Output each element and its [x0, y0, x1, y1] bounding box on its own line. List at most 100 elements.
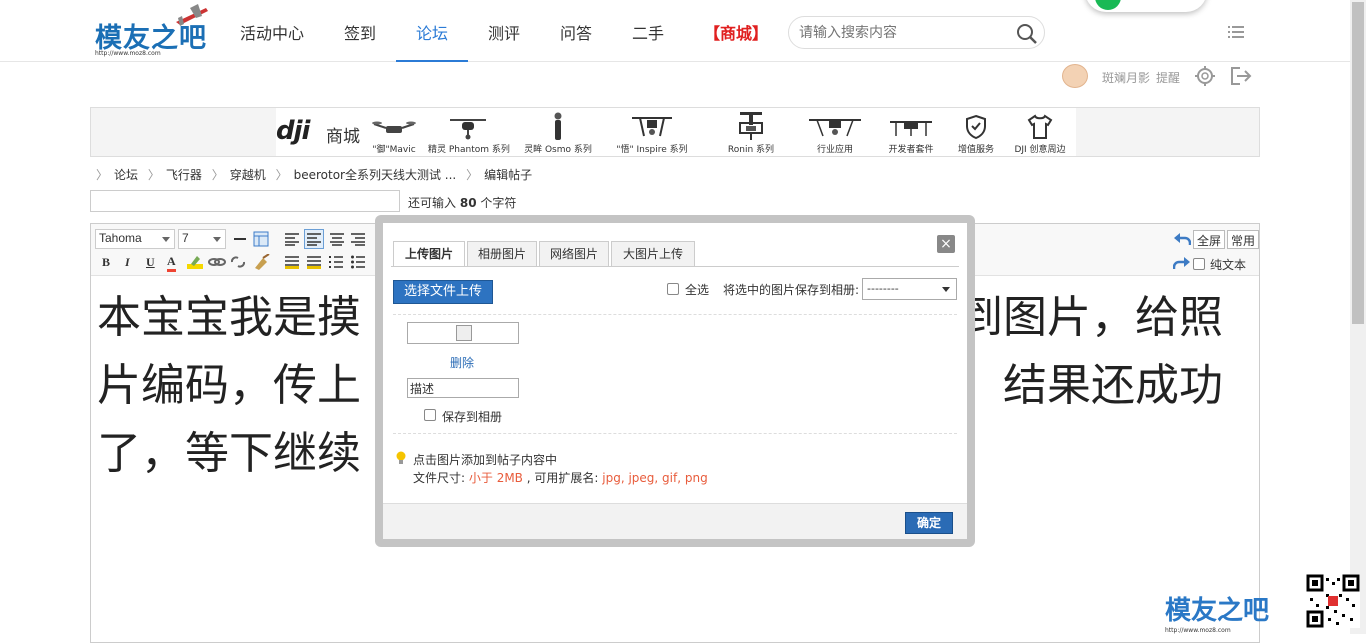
wechat-icon	[1095, 0, 1121, 10]
save-to-album-label: 保存到相册	[442, 410, 503, 424]
hint-count: 80	[459, 196, 477, 210]
dji-item-phantom[interactable]: 精灵 Phantom 系列	[428, 108, 510, 156]
divider	[393, 314, 957, 315]
bullet-list-icon[interactable]	[351, 255, 365, 269]
save-to-album-checkbox[interactable]	[424, 409, 436, 421]
plain-text-checkbox[interactable]	[1193, 258, 1205, 270]
dji-item-service[interactable]: 增值服务	[952, 108, 1000, 156]
search-input[interactable]	[799, 24, 1009, 42]
ordered-list-icon[interactable]	[285, 255, 299, 269]
breadcrumb-sep: 〉	[466, 168, 479, 182]
dji-item-label: 增值服务	[957, 145, 994, 155]
choose-file-button[interactable]: 选择文件上传	[393, 280, 493, 304]
font-color-icon[interactable]: A	[167, 254, 176, 272]
album-select[interactable]: --------	[862, 278, 957, 300]
content-line: 本宝宝我是摸	[97, 292, 361, 343]
breadcrumb-aircraft[interactable]: 飞行器	[166, 168, 202, 182]
tab-web[interactable]: 网络图片	[539, 241, 609, 267]
tab-large-upload[interactable]: 大图片上传	[611, 241, 695, 267]
nav-mall[interactable]: 【商城】	[703, 20, 769, 62]
dji-item-label: 开发者套件	[888, 145, 934, 155]
site-logo[interactable]: 模友之吧 http://www.moz8.com	[92, 4, 212, 58]
unlink-icon[interactable]	[230, 254, 246, 270]
dji-item-inspire[interactable]: "悟" Inspire 系列	[610, 108, 694, 156]
nav-forum[interactable]: 论坛	[396, 20, 468, 62]
dji-banner[interactable]: dji 商城 "御"Mavic 精灵 Phantom 系列 灵眸 Osmo 系列…	[90, 107, 1260, 157]
dji-item-ronin[interactable]: Ronin 系列	[716, 108, 786, 156]
dji-brand-suffix: 商城	[326, 127, 360, 147]
plain-text-label: 纯文本	[1210, 258, 1247, 272]
close-icon[interactable]: ×	[937, 235, 955, 253]
dji-item-merch[interactable]: DJI 创意周边	[1010, 108, 1070, 156]
lightbulb-icon	[396, 451, 406, 464]
osmo-gimbal-icon	[554, 112, 562, 140]
subject-input[interactable]	[90, 190, 400, 212]
mavic-drone-icon	[372, 121, 416, 133]
nav-qa[interactable]: 问答	[559, 20, 593, 62]
ronin-gimbal-icon	[739, 112, 763, 140]
clear-format-icon[interactable]	[253, 254, 271, 270]
nav-secondhand[interactable]: 二手	[631, 20, 665, 62]
delete-link[interactable]: 删除	[450, 354, 474, 371]
select-all-checkbox[interactable]	[667, 283, 679, 295]
underline-icon[interactable]: U	[146, 255, 155, 270]
subject-hint: 还可输入 80 个字符	[408, 194, 516, 211]
album-select-value: --------	[867, 282, 899, 295]
gear-icon[interactable]	[1194, 65, 1216, 87]
image-thumbnail[interactable]	[407, 322, 519, 344]
align-center-icon[interactable]	[330, 232, 344, 246]
nav-activity[interactable]: 活动中心	[240, 20, 304, 62]
align-justify-icon	[307, 233, 321, 246]
breadcrumb-thread[interactable]: beerotor全系列天线大测试 ...	[294, 168, 457, 182]
scrollbar-thumb[interactable]	[1352, 2, 1364, 324]
link-icon[interactable]	[208, 254, 226, 270]
dji-item-industry[interactable]: 行业应用	[804, 108, 866, 156]
chevron-down-icon	[942, 287, 950, 292]
hint-prefix: 还可输入	[408, 196, 457, 210]
nav-review[interactable]: 测评	[487, 20, 521, 62]
content-line: 片编码，传上	[97, 360, 361, 411]
dji-item-osmo[interactable]: 灵眸 Osmo 系列	[522, 108, 594, 156]
save-selected-label: 将选中的图片保存到相册:	[723, 283, 860, 297]
bold-icon[interactable]: B	[102, 255, 110, 270]
breadcrumb-fpv[interactable]: 穿越机	[230, 168, 266, 182]
remind-link[interactable]: 提醒	[1156, 69, 1180, 86]
username-link[interactable]: 斑斓月影	[1102, 69, 1150, 86]
list-menu-icon[interactable]	[1228, 26, 1244, 38]
description-input[interactable]	[407, 378, 519, 398]
phantom-drone-icon	[450, 119, 486, 140]
redo-icon[interactable]	[1173, 256, 1191, 270]
align-justify-button[interactable]	[304, 229, 324, 249]
floating-widget[interactable]	[1085, 0, 1207, 12]
tab-album[interactable]: 相册图片	[467, 241, 537, 267]
horizontal-rule-icon[interactable]	[234, 233, 246, 245]
common-button[interactable]: 常用	[1227, 230, 1259, 249]
dji-item-label: "悟" Inspire 系列	[616, 145, 688, 155]
unordered-list-icon[interactable]	[307, 255, 321, 269]
dji-item-developer[interactable]: 开发者套件	[880, 108, 942, 156]
numbered-list-icon[interactable]	[329, 255, 343, 269]
align-left-icon[interactable]	[285, 232, 299, 246]
highlight-icon[interactable]	[187, 254, 203, 270]
qr-code	[1306, 574, 1360, 628]
table-icon[interactable]	[253, 231, 269, 247]
page-scrollbar[interactable]	[1350, 0, 1366, 634]
dji-item-label: DJI 创意周边	[1014, 145, 1066, 155]
search-box	[788, 16, 1045, 49]
italic-icon[interactable]: I	[125, 255, 130, 270]
font-size-select[interactable]: 7	[178, 229, 226, 249]
font-family-select[interactable]: Tahoma	[95, 229, 175, 249]
tab-upload[interactable]: 上传图片	[393, 241, 465, 267]
logout-icon[interactable]	[1230, 66, 1252, 86]
breadcrumb-sep: 〉	[275, 168, 288, 182]
dji-item-label: "御"Mavic	[372, 145, 416, 155]
breadcrumb-forum[interactable]: 论坛	[114, 168, 138, 182]
undo-icon[interactable]	[1173, 232, 1191, 246]
search-icon[interactable]	[1016, 23, 1038, 45]
avatar[interactable]	[1062, 64, 1088, 88]
dji-item-mavic[interactable]: "御"Mavic	[366, 108, 422, 156]
confirm-button[interactable]: 确定	[905, 512, 953, 534]
fullscreen-button[interactable]: 全屏	[1193, 230, 1226, 249]
nav-checkin[interactable]: 签到	[343, 20, 377, 62]
align-right-icon[interactable]	[351, 232, 365, 246]
